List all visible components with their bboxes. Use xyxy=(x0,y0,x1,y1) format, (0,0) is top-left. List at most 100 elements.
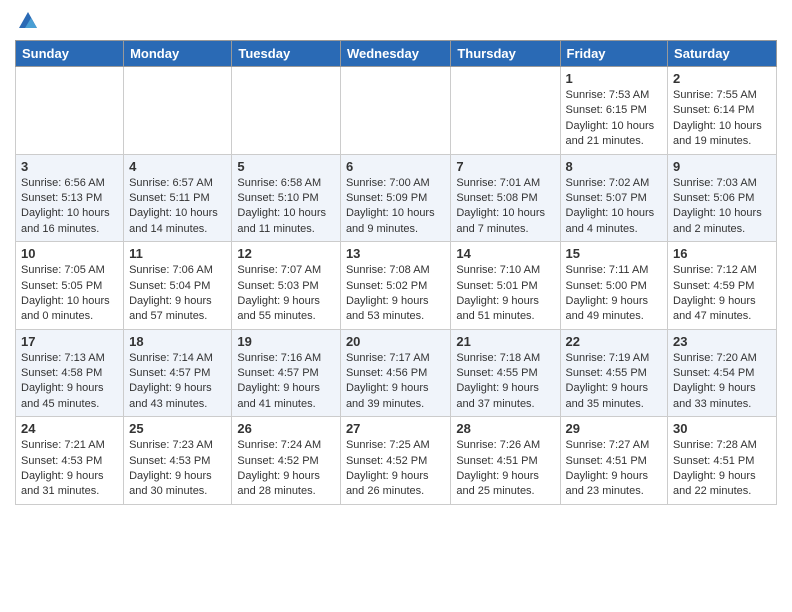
day-info: Sunrise: 7:53 AM Sunset: 6:15 PM Dayligh… xyxy=(566,88,663,150)
day-number: 6 xyxy=(346,159,445,174)
day-info: Sunrise: 7:28 AM Sunset: 4:51 PM Dayligh… xyxy=(673,438,771,500)
calendar-cell: 29Sunrise: 7:27 AM Sunset: 4:51 PM Dayli… xyxy=(560,417,668,505)
day-number: 8 xyxy=(566,159,663,174)
page: SundayMondayTuesdayWednesdayThursdayFrid… xyxy=(0,0,792,515)
day-info: Sunrise: 7:00 AM Sunset: 5:09 PM Dayligh… xyxy=(346,176,445,238)
calendar-cell: 28 Sunrise: 7:26 AM Sunset: 4:51 PM Dayli… xyxy=(451,417,560,505)
day-number: 12 xyxy=(237,246,335,261)
day-info: Sunrise: 7:11 AM Sunset: 5:00 PM Dayligh… xyxy=(566,263,663,325)
logo xyxy=(15,10,39,32)
day-number: 1 xyxy=(566,71,663,86)
calendar-cell: 7Sunrise: 7:01 AM Sunset: 5:08 PM Daylig… xyxy=(451,154,560,242)
weekday-header-wednesday: Wednesday xyxy=(340,41,450,67)
calendar-cell xyxy=(340,67,450,155)
calendar-cell: 13 Sunrise: 7:08 AM Sunset: 5:02 PM Dayli… xyxy=(340,242,450,330)
day-number: 19 xyxy=(237,334,335,349)
day-number: 16 xyxy=(673,246,771,261)
day-number: 17 xyxy=(21,334,118,349)
day-info: Sunrise: 7:08 AM Sunset: 5:02 PM Dayligh… xyxy=(346,263,445,325)
day-info: Sunrise: 6:56 AM Sunset: 5:13 PM Dayligh… xyxy=(21,176,118,238)
day-number: 4 xyxy=(129,159,226,174)
day-info: Sunrise: 7:55 AM Sunset: 6:14 PM Dayligh… xyxy=(673,88,771,150)
day-info: Sunrise: 7:24 AM Sunset: 4:52 PM Dayligh… xyxy=(237,438,335,500)
calendar-cell: 14Sunrise: 7:10 AM Sunset: 5:01 PM Dayli… xyxy=(451,242,560,330)
calendar-cell: 9 Sunrise: 7:03 AM Sunset: 5:06 PM Daylig… xyxy=(668,154,777,242)
logo-icon xyxy=(17,10,39,32)
day-number: 18 xyxy=(129,334,226,349)
day-info: Sunrise: 7:10 AM Sunset: 5:01 PM Dayligh… xyxy=(456,263,554,325)
calendar-cell: 8 Sunrise: 7:02 AM Sunset: 5:07 PM Daylig… xyxy=(560,154,668,242)
calendar-cell: 27 Sunrise: 7:25 AM Sunset: 4:52 PM Dayli… xyxy=(340,417,450,505)
day-number: 24 xyxy=(21,421,118,436)
day-number: 23 xyxy=(673,334,771,349)
day-number: 13 xyxy=(346,246,445,261)
day-number: 9 xyxy=(673,159,771,174)
calendar-cell xyxy=(124,67,232,155)
calendar-cell: 16Sunrise: 7:12 AM Sunset: 4:59 PM Dayli… xyxy=(668,242,777,330)
calendar-cell: 30Sunrise: 7:28 AM Sunset: 4:51 PM Dayli… xyxy=(668,417,777,505)
day-info: Sunrise: 7:25 AM Sunset: 4:52 PM Dayligh… xyxy=(346,438,445,500)
calendar-cell: 12 Sunrise: 7:07 AM Sunset: 5:03 PM Dayli… xyxy=(232,242,341,330)
calendar-cell: 3 Sunrise: 6:56 AM Sunset: 5:13 PM Daylig… xyxy=(16,154,124,242)
calendar-cell: 20 Sunrise: 7:17 AM Sunset: 4:56 PM Dayli… xyxy=(340,329,450,417)
calendar-cell: 21Sunrise: 7:18 AM Sunset: 4:55 PM Dayli… xyxy=(451,329,560,417)
calendar-cell: 15 Sunrise: 7:11 AM Sunset: 5:00 PM Dayli… xyxy=(560,242,668,330)
calendar-cell xyxy=(232,67,341,155)
day-info: Sunrise: 7:07 AM Sunset: 5:03 PM Dayligh… xyxy=(237,263,335,325)
day-number: 29 xyxy=(566,421,663,436)
calendar-cell: 18 Sunrise: 7:14 AM Sunset: 4:57 PM Dayli… xyxy=(124,329,232,417)
weekday-header-tuesday: Tuesday xyxy=(232,41,341,67)
calendar-cell: 6 Sunrise: 7:00 AM Sunset: 5:09 PM Daylig… xyxy=(340,154,450,242)
day-info: Sunrise: 6:57 AM Sunset: 5:11 PM Dayligh… xyxy=(129,176,226,238)
calendar-cell: 22 Sunrise: 7:19 AM Sunset: 4:55 PM Dayli… xyxy=(560,329,668,417)
calendar-cell: 25 Sunrise: 7:23 AM Sunset: 4:53 PM Dayli… xyxy=(124,417,232,505)
day-number: 5 xyxy=(237,159,335,174)
weekday-header-monday: Monday xyxy=(124,41,232,67)
weekday-header-thursday: Thursday xyxy=(451,41,560,67)
day-info: Sunrise: 7:02 AM Sunset: 5:07 PM Dayligh… xyxy=(566,176,663,238)
day-info: Sunrise: 7:18 AM Sunset: 4:55 PM Dayligh… xyxy=(456,351,554,413)
calendar-cell: 24 Sunrise: 7:21 AM Sunset: 4:53 PM Dayli… xyxy=(16,417,124,505)
day-number: 25 xyxy=(129,421,226,436)
day-info: Sunrise: 7:06 AM Sunset: 5:04 PM Dayligh… xyxy=(129,263,226,325)
day-info: Sunrise: 7:13 AM Sunset: 4:58 PM Dayligh… xyxy=(21,351,118,413)
day-info: Sunrise: 7:26 AM Sunset: 4:51 PM Dayligh… xyxy=(456,438,554,500)
calendar-cell xyxy=(451,67,560,155)
day-info: Sunrise: 6:58 AM Sunset: 5:10 PM Dayligh… xyxy=(237,176,335,238)
calendar-week-2: 3 Sunrise: 6:56 AM Sunset: 5:13 PM Daylig… xyxy=(16,154,777,242)
calendar-cell: 5 Sunrise: 6:58 AM Sunset: 5:10 PM Daylig… xyxy=(232,154,341,242)
weekday-header-saturday: Saturday xyxy=(668,41,777,67)
day-info: Sunrise: 7:03 AM Sunset: 5:06 PM Dayligh… xyxy=(673,176,771,238)
header xyxy=(15,10,777,32)
calendar: SundayMondayTuesdayWednesdayThursdayFrid… xyxy=(15,40,777,505)
day-number: 26 xyxy=(237,421,335,436)
day-info: Sunrise: 7:23 AM Sunset: 4:53 PM Dayligh… xyxy=(129,438,226,500)
day-info: Sunrise: 7:20 AM Sunset: 4:54 PM Dayligh… xyxy=(673,351,771,413)
day-number: 3 xyxy=(21,159,118,174)
day-number: 7 xyxy=(456,159,554,174)
day-number: 15 xyxy=(566,246,663,261)
calendar-week-5: 24 Sunrise: 7:21 AM Sunset: 4:53 PM Dayli… xyxy=(16,417,777,505)
calendar-header-row: SundayMondayTuesdayWednesdayThursdayFrid… xyxy=(16,41,777,67)
day-number: 11 xyxy=(129,246,226,261)
calendar-cell: 19Sunrise: 7:16 AM Sunset: 4:57 PM Dayli… xyxy=(232,329,341,417)
calendar-cell xyxy=(16,67,124,155)
calendar-week-4: 17 Sunrise: 7:13 AM Sunset: 4:58 PM Dayli… xyxy=(16,329,777,417)
calendar-cell: 4 Sunrise: 6:57 AM Sunset: 5:11 PM Daylig… xyxy=(124,154,232,242)
calendar-cell: 2 Sunrise: 7:55 AM Sunset: 6:14 PM Daylig… xyxy=(668,67,777,155)
day-number: 10 xyxy=(21,246,118,261)
day-number: 22 xyxy=(566,334,663,349)
day-info: Sunrise: 7:05 AM Sunset: 5:05 PM Dayligh… xyxy=(21,263,118,325)
day-number: 2 xyxy=(673,71,771,86)
day-number: 20 xyxy=(346,334,445,349)
day-info: Sunrise: 7:21 AM Sunset: 4:53 PM Dayligh… xyxy=(21,438,118,500)
day-info: Sunrise: 7:19 AM Sunset: 4:55 PM Dayligh… xyxy=(566,351,663,413)
day-number: 28 xyxy=(456,421,554,436)
day-number: 27 xyxy=(346,421,445,436)
calendar-cell: 11 Sunrise: 7:06 AM Sunset: 5:04 PM Dayli… xyxy=(124,242,232,330)
day-info: Sunrise: 7:14 AM Sunset: 4:57 PM Dayligh… xyxy=(129,351,226,413)
day-info: Sunrise: 7:17 AM Sunset: 4:56 PM Dayligh… xyxy=(346,351,445,413)
weekday-header-friday: Friday xyxy=(560,41,668,67)
calendar-cell: 23 Sunrise: 7:20 AM Sunset: 4:54 PM Dayli… xyxy=(668,329,777,417)
calendar-cell: 26 Sunrise: 7:24 AM Sunset: 4:52 PM Dayli… xyxy=(232,417,341,505)
